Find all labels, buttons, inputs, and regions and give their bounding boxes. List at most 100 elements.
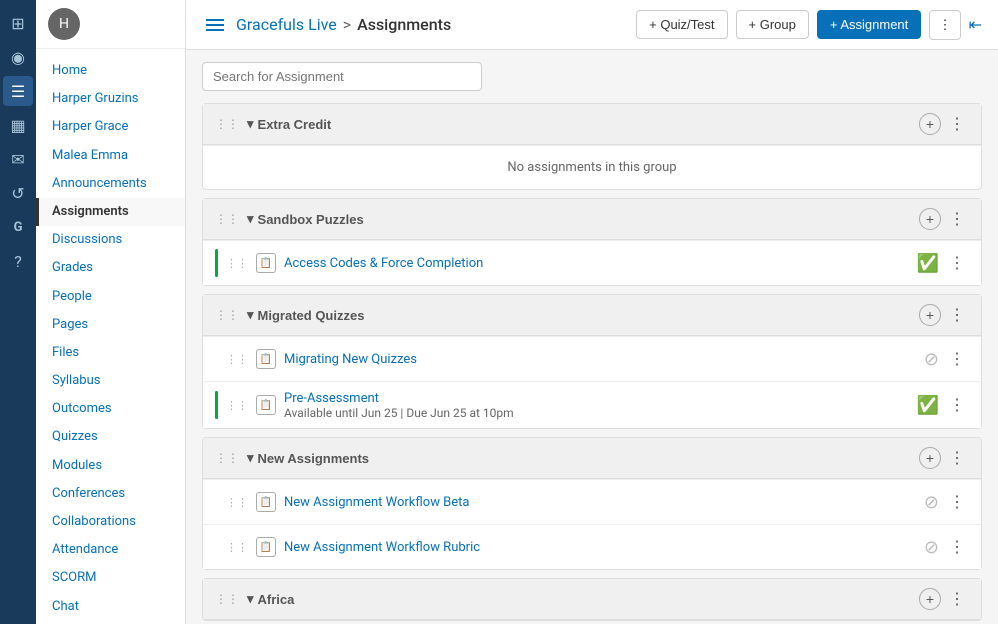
- sidebar-item-syllabus[interactable]: Syllabus: [36, 367, 185, 395]
- status-bar-access-codes: [215, 249, 218, 277]
- assign-title-workflow-beta[interactable]: New Assignment Workflow Beta: [284, 495, 470, 510]
- sidebar-item-modules[interactable]: Modules: [36, 452, 185, 480]
- sidebar-item-discussions[interactable]: Discussions: [36, 226, 185, 254]
- search-input[interactable]: [202, 62, 482, 91]
- status-bar-pre-assessment: [215, 391, 218, 419]
- drag-handle-pre-assessment[interactable]: ⋮⋮: [226, 399, 248, 412]
- table-row: ⋮⋮ 📋 New Assignment Workflow Beta ⊘ ⋮: [203, 479, 981, 524]
- sidebar-item-harper-grace[interactable]: Harper Grace: [36, 113, 185, 141]
- sidebar-item-chat[interactable]: Chat: [36, 593, 185, 621]
- status-bar-workflow-beta: [215, 488, 218, 516]
- sidebar-item-conferences[interactable]: Conferences: [36, 480, 185, 508]
- add-to-new-assignments[interactable]: +: [919, 447, 941, 469]
- collapse-button[interactable]: ⇤: [969, 15, 982, 35]
- toggle-africa[interactable]: ▾ Africa: [247, 591, 294, 607]
- assign-info-access-codes: Access Codes & Force Completion: [284, 255, 909, 271]
- sidebar-item-scorm[interactable]: SCORM: [36, 564, 185, 592]
- rail-calendar-icon[interactable]: ▦: [3, 110, 33, 140]
- breadcrumb: Gracefuls Live > Assignments: [236, 15, 451, 34]
- assign-title-pre-assessment[interactable]: Pre-Assessment: [284, 391, 379, 406]
- add-to-africa[interactable]: +: [919, 588, 941, 610]
- more-africa[interactable]: ⋮: [945, 587, 969, 611]
- drag-handle-new-assignments[interactable]: ⋮⋮: [215, 451, 239, 465]
- breadcrumb-course[interactable]: Gracefuls Live: [236, 15, 337, 34]
- rail-user-icon[interactable]: ◉: [3, 42, 33, 72]
- rail-home-icon[interactable]: ⊞: [3, 8, 33, 38]
- sidebar-item-pages[interactable]: Pages: [36, 311, 185, 339]
- chevron-down-icon: ▾: [247, 116, 254, 132]
- rail-commons-icon[interactable]: G: [3, 212, 33, 242]
- assign-info-pre-assessment: Pre-Assessment Available until Jun 25 | …: [284, 390, 909, 420]
- toggle-migrated-quizzes[interactable]: ▾ Migrated Quizzes: [247, 307, 364, 323]
- sidebar-item-files[interactable]: Files: [36, 339, 185, 367]
- more-options-button[interactable]: ⋮: [929, 10, 960, 40]
- toggle-sandbox-puzzles[interactable]: ▾ Sandbox Puzzles: [247, 211, 364, 227]
- add-to-migrated-quizzes[interactable]: +: [919, 304, 941, 326]
- assign-info-migrating-quizzes: Migrating New Quizzes: [284, 351, 916, 367]
- assign-subtitle-pre-assessment: Available until Jun 25 | Due Jun 25 at 1…: [284, 406, 909, 420]
- toggle-extra-credit[interactable]: ▾ Extra Credit: [247, 116, 331, 132]
- sidebar-item-announcements[interactable]: Announcements: [36, 170, 185, 198]
- more-sandbox-puzzles[interactable]: ⋮: [945, 207, 969, 231]
- more-pre-assessment[interactable]: ⋮: [945, 393, 969, 417]
- rail-help-icon[interactable]: ?: [3, 246, 33, 276]
- group-actions-extra-credit: + ⋮: [919, 112, 969, 136]
- drag-handle-sandbox-puzzles[interactable]: ⋮⋮: [215, 212, 239, 226]
- status-bar-migrating-quizzes: [215, 345, 218, 373]
- rail-history-icon[interactable]: ↺: [3, 178, 33, 208]
- drag-handle-africa[interactable]: ⋮⋮: [215, 592, 239, 606]
- more-workflow-beta[interactable]: ⋮: [945, 490, 969, 514]
- more-extra-credit[interactable]: ⋮: [945, 112, 969, 136]
- assign-info-workflow-beta: New Assignment Workflow Beta: [284, 494, 916, 510]
- group-actions-new-assignments: + ⋮: [919, 446, 969, 470]
- sidebar-item-collaborations[interactable]: Collaborations: [36, 508, 185, 536]
- sidebar-item-malea-emma[interactable]: Malea Emma: [36, 142, 185, 170]
- assignment-icon-workflow-rubric: 📋: [256, 537, 276, 557]
- group-header-africa: ⋮⋮ ▾ Africa + ⋮: [203, 579, 981, 620]
- more-migrated-quizzes[interactable]: ⋮: [945, 303, 969, 327]
- hamburger-menu[interactable]: [202, 15, 228, 35]
- drag-handle-workflow-beta[interactable]: ⋮⋮: [226, 496, 248, 509]
- disabled-icon-migrating-quizzes: ⊘: [924, 349, 939, 370]
- assign-actions-pre-assessment: ✅ ⋮: [917, 393, 969, 417]
- add-to-sandbox-puzzles[interactable]: +: [919, 208, 941, 230]
- more-workflow-rubric[interactable]: ⋮: [945, 535, 969, 559]
- topbar: Gracefuls Live > Assignments + Quiz/Test…: [186, 0, 998, 50]
- assignment-icon-access-codes: 📋: [256, 253, 276, 273]
- sidebar-item-outcomes[interactable]: Outcomes: [36, 395, 185, 423]
- add-to-extra-credit[interactable]: +: [919, 113, 941, 135]
- table-row: ⋮⋮ 📋 Pre-Assessment Available until Jun …: [203, 381, 981, 428]
- group-title-extra-credit: Extra Credit: [258, 117, 332, 132]
- sidebar-item-home[interactable]: Home: [36, 57, 185, 85]
- rail-inbox-icon[interactable]: ✉: [3, 144, 33, 174]
- group-title-africa: Africa: [258, 592, 295, 607]
- quiz-test-button[interactable]: + Quiz/Test: [636, 10, 727, 39]
- drag-handle-workflow-rubric[interactable]: ⋮⋮: [226, 541, 248, 554]
- status-bar-workflow-rubric: [215, 533, 218, 561]
- assignment-button[interactable]: + Assignment: [817, 10, 921, 39]
- assign-title-migrating-quizzes[interactable]: Migrating New Quizzes: [284, 352, 417, 367]
- sidebar-item-assignments[interactable]: Assignments: [36, 198, 185, 226]
- assign-title-workflow-rubric[interactable]: New Assignment Workflow Rubric: [284, 540, 480, 555]
- drag-handle-migrated-quizzes[interactable]: ⋮⋮: [215, 308, 239, 322]
- drag-handle-extra-credit[interactable]: ⋮⋮: [215, 117, 239, 131]
- chevron-down-icon: ▾: [247, 591, 254, 607]
- more-new-assignments[interactable]: ⋮: [945, 446, 969, 470]
- drag-handle-access-codes[interactable]: ⋮⋮: [226, 257, 248, 270]
- sidebar-item-attendance[interactable]: Attendance: [36, 536, 185, 564]
- toggle-new-assignments[interactable]: ▾ New Assignments: [247, 450, 369, 466]
- more-access-codes[interactable]: ⋮: [945, 251, 969, 275]
- assign-info-workflow-rubric: New Assignment Workflow Rubric: [284, 539, 916, 555]
- assign-title-access-codes[interactable]: Access Codes & Force Completion: [284, 256, 483, 271]
- more-migrating-quizzes[interactable]: ⋮: [945, 347, 969, 371]
- rail-assignments-icon[interactable]: ☰: [3, 76, 33, 106]
- content-area: ⋮⋮ ▾ Extra Credit + ⋮ No assignments in …: [186, 50, 998, 624]
- sidebar-item-grades[interactable]: Grades: [36, 254, 185, 282]
- sidebar-item-people[interactable]: People: [36, 283, 185, 311]
- drag-handle-migrating-quizzes[interactable]: ⋮⋮: [226, 353, 248, 366]
- sidebar-item-harper-gruzins[interactable]: Harper Gruzins: [36, 85, 185, 113]
- group-button[interactable]: + Group: [736, 10, 809, 39]
- sidebar-item-quizzes[interactable]: Quizzes: [36, 423, 185, 451]
- breadcrumb-separator: >: [343, 15, 351, 34]
- disabled-icon-workflow-rubric: ⊘: [924, 537, 939, 558]
